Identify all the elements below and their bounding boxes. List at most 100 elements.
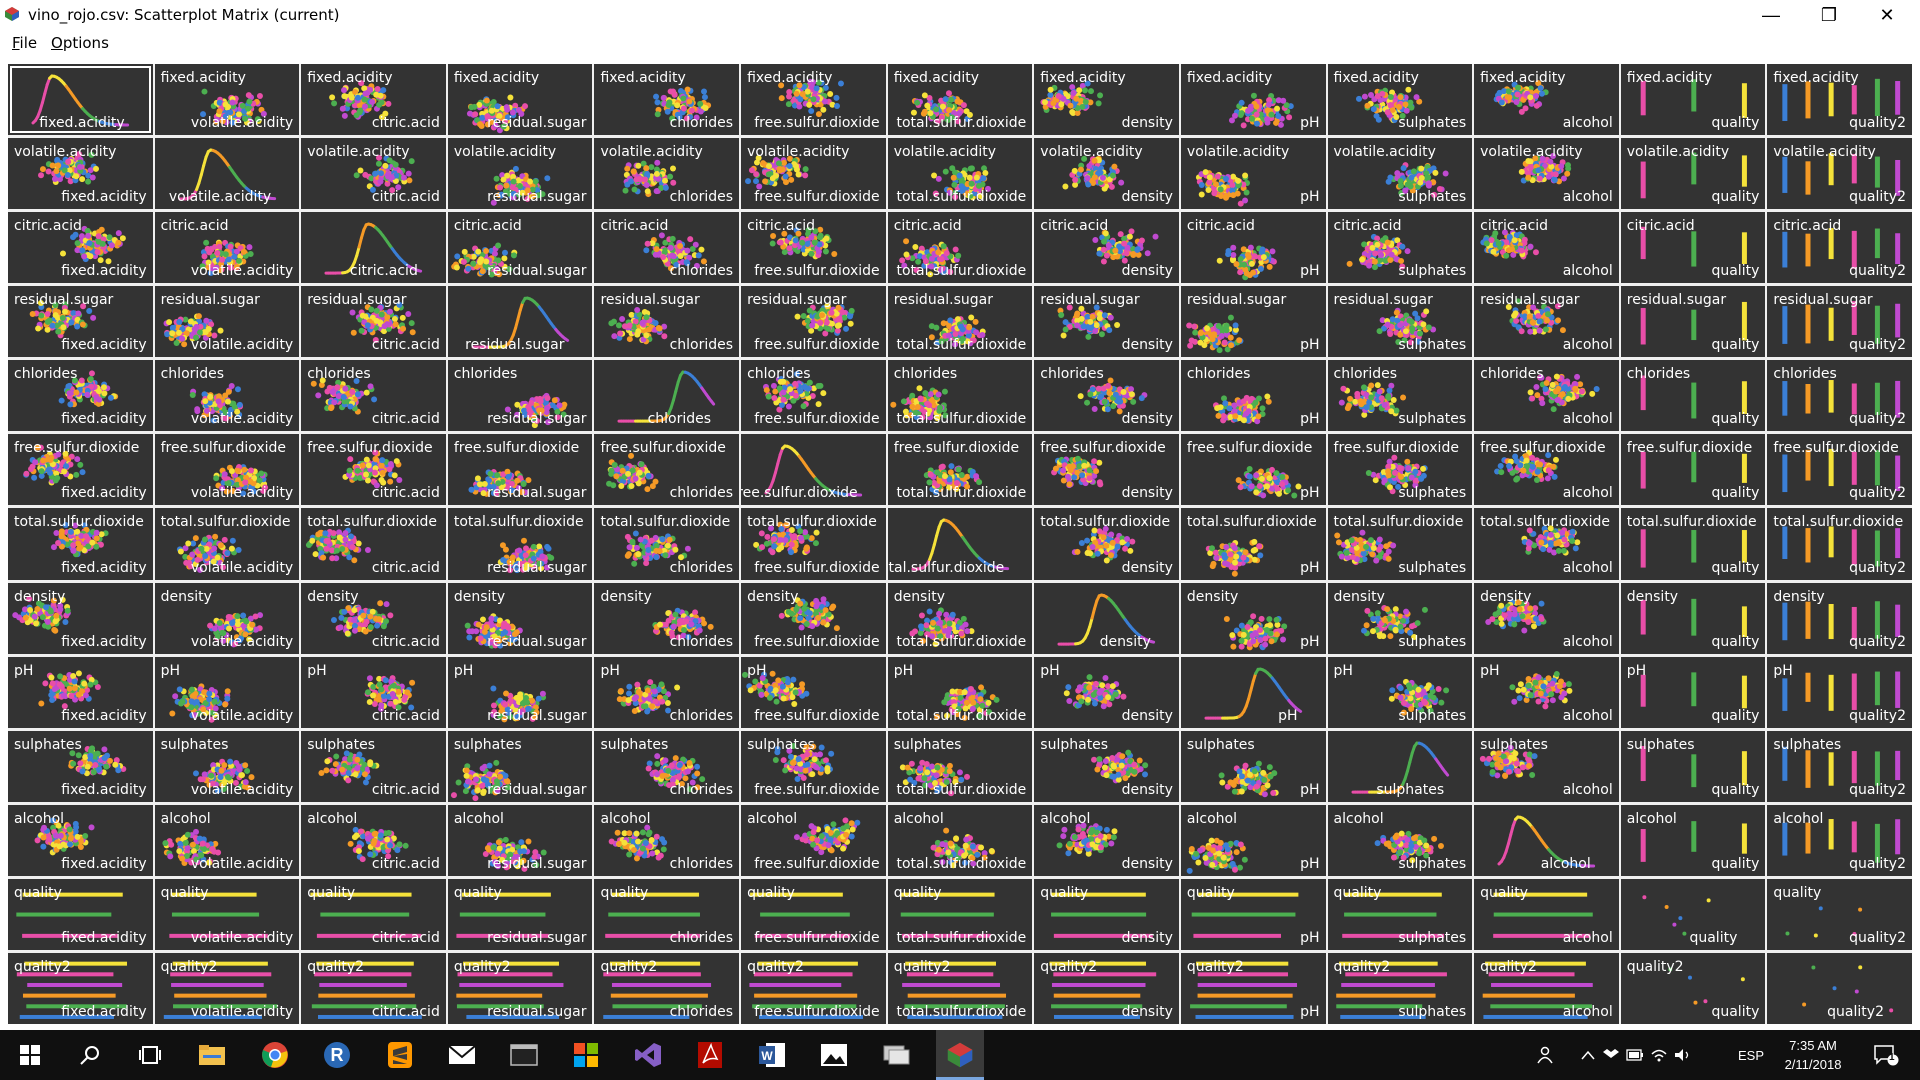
scatter-point xyxy=(496,112,503,119)
scatter-point xyxy=(193,406,200,413)
scatter-point xyxy=(77,164,84,171)
plot-cell-chlorides-vs-quality[interactable]: chlorides quality xyxy=(1620,360,1766,432)
plot-canvas xyxy=(199,88,267,126)
plot-cell-chlorides-vs-volatile-acidity[interactable]: chlorides volatile.acidity xyxy=(154,360,300,432)
plot-cell-volatile-acidity-vs-chlorides[interactable]: volatile.acidity chlorides xyxy=(594,138,740,210)
plot-canvas xyxy=(898,238,961,278)
plot-cell-chlorides-vs-total-sulfur-dioxide[interactable]: chlorides total.sulfur.dioxide xyxy=(887,360,1033,432)
scatter-point xyxy=(341,87,348,94)
scatter-point xyxy=(1086,163,1093,170)
plot-cell-fixed-acidity-vs-residual-sugar[interactable]: fixed.acidity residual.sugar xyxy=(447,64,593,136)
scatter-point xyxy=(942,96,949,103)
plot-cell-chlorides-vs-sulphates[interactable]: chlorides sulphates xyxy=(1327,360,1473,432)
scatter-point xyxy=(1265,399,1272,406)
plot-cell-residual-sugar-vs-fixed-acidity[interactable]: residual.sugar fixed.acidity xyxy=(8,286,153,358)
plot-cell-volatile-acidity-vs-total-sulfur-dioxide[interactable]: volatile.acidity total.sulfur.dioxide xyxy=(887,138,1033,210)
plot-cell-residual-sugar-vs-residual-sugar[interactable]: residual.sugar xyxy=(447,286,593,358)
scatter-point xyxy=(1344,405,1351,412)
menu-file[interactable]: File xyxy=(12,34,37,52)
scatter-point xyxy=(914,258,921,265)
plot-cell-volatile-acidity-vs-sulphates[interactable]: volatile.acidity sulphates xyxy=(1327,138,1473,210)
scatter-point xyxy=(934,249,941,256)
plot-cell-volatile-acidity-vs-citric-acid[interactable]: volatile.acidity citric.acid xyxy=(301,138,446,210)
plot-cell-volatile-acidity-vs-volatile-acidity[interactable]: volatile.acidity xyxy=(154,138,300,210)
scatter-point xyxy=(975,182,982,189)
plot-cell-residual-sugar-vs-chlorides[interactable]: residual.sugar chlorides xyxy=(594,286,740,358)
plot-cell-fixed-acidity-vs-quality[interactable]: fixed.acidity quality xyxy=(1620,64,1766,136)
plot-cell-citric-acid-vs-sulphates[interactable]: citric.acid sulphates xyxy=(1327,212,1473,284)
plot-cell-fixed-acidity-vs-alcohol[interactable]: fixed.acidity alcohol xyxy=(1474,64,1619,136)
plot-cell-fixed-acidity-vs-chlorides[interactable]: fixed.acidity chlorides xyxy=(594,64,740,136)
plot-cell-volatile-acidity-vs-pH[interactable]: volatile.acidity pH xyxy=(1180,138,1326,210)
plot-cell-fixed-acidity-vs-pH[interactable]: fixed.acidity pH xyxy=(1180,64,1326,136)
scatter-point xyxy=(819,312,826,319)
plot-cell-volatile-acidity-vs-quality[interactable]: volatile.acidity quality xyxy=(1620,138,1766,210)
restore-button[interactable]: ❐ xyxy=(1800,0,1858,30)
plot-cell-fixed-acidity-vs-citric-acid[interactable]: fixed.acidity citric.acid xyxy=(301,64,446,136)
plot-cell-chlorides-vs-pH[interactable]: chlorides pH xyxy=(1180,360,1326,432)
plot-cell-residual-sugar-vs-sulphates[interactable]: residual.sugar sulphates xyxy=(1327,286,1473,358)
plot-cell-residual-sugar-vs-volatile-acidity[interactable]: residual.sugar volatile.acidity xyxy=(154,286,300,358)
plot-cell-fixed-acidity-vs-volatile-acidity[interactable]: fixed.acidity volatile.acidity xyxy=(154,64,300,136)
scatter-point xyxy=(1198,191,1205,198)
scatter-point xyxy=(820,106,827,113)
scatter-point xyxy=(1097,394,1104,401)
plot-cell-volatile-acidity-vs-fixed-acidity[interactable]: volatile.acidity fixed.acidity xyxy=(8,138,153,210)
plot-cell-volatile-acidity-vs-alcohol[interactable]: volatile.acidity alcohol xyxy=(1474,138,1619,210)
plot-cell-residual-sugar-vs-free-sulfur-dioxide[interactable]: residual.sugar free.sulfur.dioxide xyxy=(741,286,886,358)
plot-cell-residual-sugar-vs-citric-acid[interactable]: residual.sugar citric.acid xyxy=(301,286,446,358)
plot-cell-citric-acid-vs-volatile-acidity[interactable]: citric.acid volatile.acidity xyxy=(154,212,300,284)
plot-cell-citric-acid-vs-quality[interactable]: citric.acid quality xyxy=(1620,212,1766,284)
plot-cell-citric-acid-vs-total-sulfur-dioxide[interactable]: citric.acid total.sulfur.dioxide xyxy=(887,212,1033,284)
plot-cell-residual-sugar-vs-alcohol[interactable]: residual.sugar alcohol xyxy=(1474,286,1619,358)
plot-cell-volatile-acidity-vs-free-sulfur-dioxide[interactable]: volatile.acidity free.sulfur.dioxide xyxy=(741,138,886,210)
plot-cell-volatile-acidity-vs-residual-sugar[interactable]: volatile.acidity residual.sugar xyxy=(447,138,593,210)
scatter-point xyxy=(811,239,818,246)
plot-cell-residual-sugar-vs-total-sulfur-dioxide[interactable]: residual.sugar total.sulfur.dioxide xyxy=(887,286,1033,358)
plot-cell-citric-acid-vs-residual-sugar[interactable]: citric.acid residual.sugar xyxy=(447,212,593,284)
scatter-point xyxy=(1555,317,1562,324)
scatter-point xyxy=(1062,326,1069,333)
plot-cell-fixed-acidity-vs-free-sulfur-dioxide[interactable]: fixed.acidity free.sulfur.dioxide xyxy=(741,64,886,136)
plot-cell-chlorides-vs-residual-sugar[interactable]: chlorides residual.sugar xyxy=(447,360,593,432)
close-button[interactable]: ✕ xyxy=(1858,0,1916,30)
scatter-point xyxy=(1483,240,1490,247)
plot-cell-chlorides-vs-alcohol[interactable]: chlorides alcohol xyxy=(1474,360,1619,432)
scatter-point xyxy=(669,252,676,259)
plot-cell-citric-acid-vs-chlorides[interactable]: citric.acid chlorides xyxy=(594,212,740,284)
scatter-point xyxy=(804,241,811,248)
plot-cell-residual-sugar-vs-quality[interactable]: residual.sugar quality xyxy=(1620,286,1766,358)
plot-cell-citric-acid-vs-pH[interactable]: citric.acid pH xyxy=(1180,212,1326,284)
plot-cell-citric-acid-vs-citric-acid[interactable]: citric.acid xyxy=(301,212,446,284)
minimize-button[interactable]: — xyxy=(1742,0,1800,30)
scatter-point xyxy=(79,176,86,183)
plot-cell-citric-acid-vs-alcohol[interactable]: citric.acid alcohol xyxy=(1474,212,1619,284)
plot-cell-volatile-acidity-vs-quality2[interactable]: volatile.acidity quality2 xyxy=(1767,138,1912,210)
plot-cell-fixed-acidity-vs-quality2[interactable]: fixed.acidity quality2 xyxy=(1767,64,1912,136)
scatter-point xyxy=(763,387,770,394)
scatter-point xyxy=(115,239,122,246)
plot-cell-citric-acid-vs-fixed-acidity[interactable]: citric.acid fixed.acidity xyxy=(8,212,153,284)
plot-cell-residual-sugar-vs-density[interactable]: residual.sugar density xyxy=(1034,286,1179,358)
plot-cell-chlorides-vs-density[interactable]: chlorides density xyxy=(1034,360,1179,432)
scatter-point xyxy=(921,92,928,99)
plot-cell-chlorides-vs-chlorides[interactable]: chlorides xyxy=(594,360,740,432)
plot-cell-volatile-acidity-vs-density[interactable]: volatile.acidity density xyxy=(1034,138,1179,210)
plot-cell-chlorides-vs-free-sulfur-dioxide[interactable]: chlorides free.sulfur.dioxide xyxy=(741,360,886,432)
scatter-point xyxy=(806,379,813,386)
plot-cell-residual-sugar-vs-pH[interactable]: residual.sugar pH xyxy=(1180,286,1326,358)
plot-cell-fixed-acidity-vs-total-sulfur-dioxide[interactable]: fixed.acidity total.sulfur.dioxide xyxy=(887,64,1033,136)
plot-cell-citric-acid-vs-free-sulfur-dioxide[interactable]: citric.acid free.sulfur.dioxide xyxy=(741,212,886,284)
plot-cell-chlorides-vs-citric-acid[interactable]: chlorides citric.acid xyxy=(301,360,446,432)
scatter-point xyxy=(1532,155,1539,162)
menu-options[interactable]: Options xyxy=(51,34,109,52)
plot-cell-fixed-acidity-vs-sulphates[interactable]: fixed.acidity sulphates xyxy=(1327,64,1473,136)
plot-cell-residual-sugar-vs-quality2[interactable]: residual.sugar quality2 xyxy=(1767,286,1912,358)
plot-cell-fixed-acidity-vs-density[interactable]: fixed.acidity density xyxy=(1034,64,1179,136)
scatter-point xyxy=(1097,92,1104,99)
plot-cell-citric-acid-vs-density[interactable]: citric.acid density xyxy=(1034,212,1179,284)
plot-cell-fixed-acidity-vs-fixed-acidity[interactable]: fixed.acidity xyxy=(8,64,153,136)
plot-cell-chlorides-vs-fixed-acidity[interactable]: chlorides fixed.acidity xyxy=(8,360,153,432)
scatter-point xyxy=(940,243,947,250)
plot-cell-citric-acid-vs-quality2[interactable]: citric.acid quality2 xyxy=(1767,212,1912,284)
